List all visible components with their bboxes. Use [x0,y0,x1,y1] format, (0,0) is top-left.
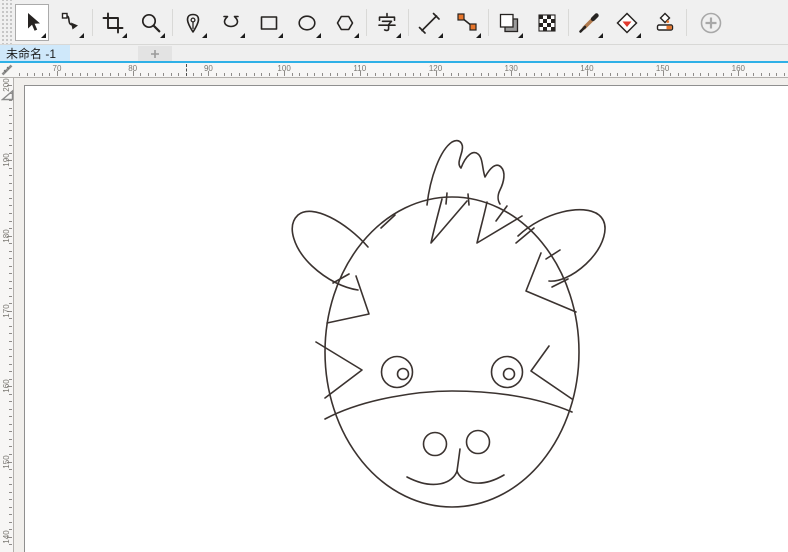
ellipse-tool[interactable] [290,4,324,41]
interactive-fill-tool[interactable] [610,4,644,41]
magnifier-icon [140,12,162,34]
polygon-icon [334,12,356,34]
flyout-indicator [636,33,641,38]
flyout-indicator [79,33,84,38]
toolbar-separator [686,9,687,36]
dimension-tool[interactable] [412,4,446,41]
toolbar-separator [366,9,367,36]
flyout-indicator [160,33,165,38]
add-tools-button[interactable] [694,4,728,41]
pick-arrow-icon [21,12,43,34]
flyout-indicator [598,33,603,38]
rectangle-icon [258,12,280,34]
ruler-label: 140 [580,64,593,73]
curve-loop-icon [220,12,242,34]
toolbox [0,0,788,45]
rectangle-tool[interactable] [252,4,286,41]
ruler-label: 130 [505,64,518,73]
new-document-tab-button[interactable] [138,46,172,61]
ruler-label: 120 [429,64,442,73]
flyout-indicator [438,33,443,38]
flyout-indicator [476,33,481,38]
drop-shadow-tool[interactable] [492,4,526,41]
toolbar-drag-handle[interactable] [0,0,13,44]
plus-icon [150,49,160,59]
flyout-indicator [41,33,46,38]
color-eyedropper-tool[interactable] [572,4,606,41]
shape-tool[interactable] [53,4,87,41]
document-tab-bar: 未命名 -1 [0,45,788,61]
polygon-tool[interactable] [328,4,362,41]
document-tab[interactable]: 未命名 -1 [0,45,70,61]
smart-fill-icon [654,12,676,34]
interactive-fill-icon [616,12,638,34]
eyedropper-icon [578,12,600,34]
crop-tool[interactable] [96,4,130,41]
connector-tool[interactable] [450,4,484,41]
transparency-checker-icon [536,12,558,34]
ruler-label: 180 [0,228,14,244]
curve-tool[interactable] [214,4,248,41]
toolbar-separator [92,9,93,36]
flyout-indicator [122,33,127,38]
ruler-label: 90 [204,64,213,73]
pen-nib-icon [182,12,204,34]
pick-tool[interactable] [15,4,49,41]
plus-circle-icon [699,11,723,35]
toolbar-separator [488,9,489,36]
ruler-label: 100 [277,64,290,73]
zoom-tool[interactable] [134,4,168,41]
pen-tool[interactable] [176,4,210,41]
drawing-page[interactable] [24,85,788,552]
document-tab-label: 未命名 -1 [6,45,56,62]
ellipse-icon [296,12,318,34]
flyout-indicator [278,33,283,38]
canvas-area[interactable] [14,78,788,552]
flyout-indicator [396,33,401,38]
flyout-indicator [202,33,207,38]
flyout-indicator [240,33,245,38]
ruler-dashed-marker [186,64,187,76]
ruler-label: 110 [353,64,366,73]
toolbar-separator [408,9,409,36]
ruler-settings-icon [1,64,13,76]
set-square-icon [1,88,14,101]
ruler-label: 80 [128,64,137,73]
ruler-corner[interactable] [0,63,14,78]
ruler-label: 170 [0,303,14,319]
flyout-indicator [354,33,359,38]
drop-shadow-icon [498,12,520,34]
flyout-indicator [518,33,523,38]
vertical-ruler[interactable]: 200190180170160150140 [0,78,14,552]
text-zi-icon [376,12,398,34]
ruler-label: 150 [656,64,669,73]
ruler-label: 160 [0,378,14,394]
toolbar-separator [568,9,569,36]
connector-icon [456,12,478,34]
transparency-tool[interactable] [530,4,564,41]
toolbar-separator [172,9,173,36]
smart-fill-tool[interactable] [648,4,682,41]
ruler-label: 190 [0,152,14,168]
ruler-label: 70 [53,64,62,73]
crop-icon [102,12,124,34]
ruler-label: 160 [732,64,745,73]
dimension-icon [418,12,440,34]
drawing-scale-icon[interactable] [1,88,14,106]
app-window: 未命名 -1 708090100110120130140150160 20019… [0,0,788,552]
text-tool[interactable] [370,4,404,41]
horizontal-ruler[interactable]: 70 80 90 100 110 120 130 140 150 160 [14,63,788,78]
ruler-label: 140 [0,529,14,545]
shape-node-icon [59,12,81,34]
ruler-label: 150 [0,454,14,470]
flyout-indicator [316,33,321,38]
